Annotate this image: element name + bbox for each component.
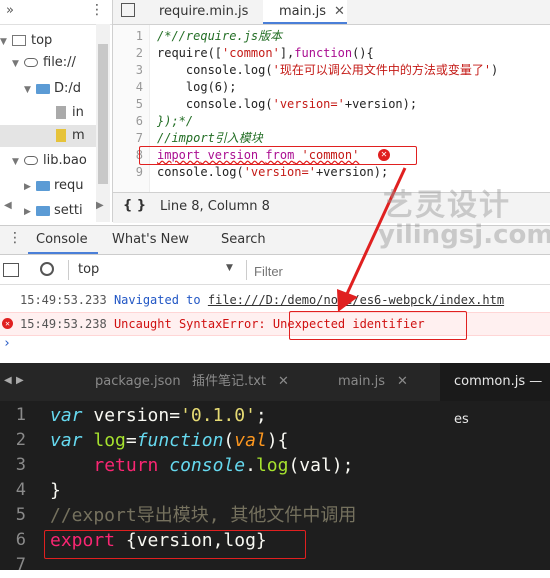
watermark-cn: 艺灵设计 — [383, 188, 511, 223]
annotation-arrow — [337, 167, 407, 312]
watermark-en: yilingsj.com — [378, 220, 550, 250]
